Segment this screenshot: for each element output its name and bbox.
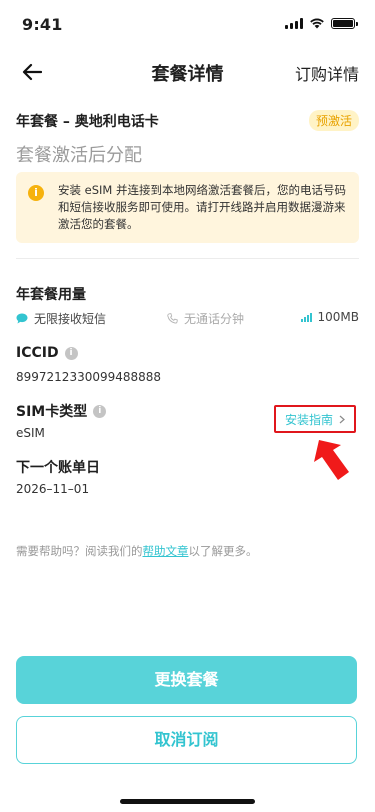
sim-type-label: SIM卡类型 i xyxy=(16,401,107,421)
sim-type-value: eSIM xyxy=(16,426,45,440)
nav-bar: 套餐详情 订购详情 xyxy=(0,52,375,92)
usage-row: 无限接收短信 无通话分钟 100MB xyxy=(16,310,359,328)
install-guide-label: 安装指南 xyxy=(284,412,333,427)
phone-icon xyxy=(167,313,178,324)
cellular-signal-icon xyxy=(285,17,303,29)
data-usage: 100MB xyxy=(300,310,360,324)
help-suffix: 以了解更多。 xyxy=(188,544,258,558)
chat-bubble-icon xyxy=(16,313,28,324)
red-pointer-arrow-icon xyxy=(314,440,349,480)
help-text: 需要帮助吗？阅读我们的帮助文章以了解更多。 xyxy=(16,543,258,559)
sim-type-info-icon[interactable]: i xyxy=(93,404,107,418)
change-plan-button[interactable]: 更换套餐 xyxy=(16,656,357,704)
install-guide-button[interactable]: 安装指南 xyxy=(274,405,356,433)
home-indicator xyxy=(120,799,255,804)
plan-subtitle: 套餐激活后分配 xyxy=(16,145,142,166)
help-article-link[interactable]: 帮助文章 xyxy=(143,544,189,558)
billing-date-value: 2026–11–01 xyxy=(16,482,90,496)
billing-date-label-text: 下一个账单日 xyxy=(16,460,100,476)
help-prefix: 需要帮助吗？阅读我们的 xyxy=(16,544,143,558)
sms-usage: 无限接收短信 xyxy=(16,310,106,327)
info-icon: i xyxy=(28,185,44,201)
activation-notice: i 安装 eSIM 并连接到本地网络激活套餐后，您的电话号码和短信接收服务即可使… xyxy=(16,172,359,243)
iccid-label: ICCID i xyxy=(16,345,78,361)
status-badge: 预激活 xyxy=(308,110,359,131)
battery-icon xyxy=(331,17,358,29)
sim-type-label-text: SIM卡类型 xyxy=(16,404,88,420)
notice-text: 安装 eSIM 并连接到本地网络激活套餐后，您的电话号码和短信接收服务即可使用。… xyxy=(58,183,346,231)
billing-date-label: 下一个账单日 xyxy=(16,457,100,477)
chevron-right-icon xyxy=(339,415,345,423)
iccid-info-icon[interactable]: i xyxy=(64,346,78,360)
call-usage-label: 无通话分钟 xyxy=(184,312,245,326)
cancel-subscription-button[interactable]: 取消订阅 xyxy=(16,716,357,764)
plan-name: 年套餐 – 奥地利电话卡 xyxy=(16,114,159,130)
sms-usage-label: 无限接收短信 xyxy=(34,312,107,326)
status-bar: 9:41 xyxy=(0,0,375,44)
iccid-label-text: ICCID xyxy=(16,345,59,361)
iccid-value: 8997212330099488888 xyxy=(16,370,162,384)
data-bars-icon xyxy=(300,312,312,322)
call-usage: 无通话分钟 xyxy=(167,310,244,327)
data-usage-label: 100MB xyxy=(317,310,360,324)
wifi-icon xyxy=(310,18,324,29)
divider xyxy=(16,258,359,259)
order-details-link[interactable]: 订购详情 xyxy=(295,61,359,85)
plan-header: 年套餐 – 奥地利电话卡 预激活 xyxy=(16,110,359,131)
status-time: 9:41 xyxy=(22,15,63,34)
status-icons xyxy=(285,17,358,29)
usage-title: 年套餐用量 xyxy=(16,287,86,303)
